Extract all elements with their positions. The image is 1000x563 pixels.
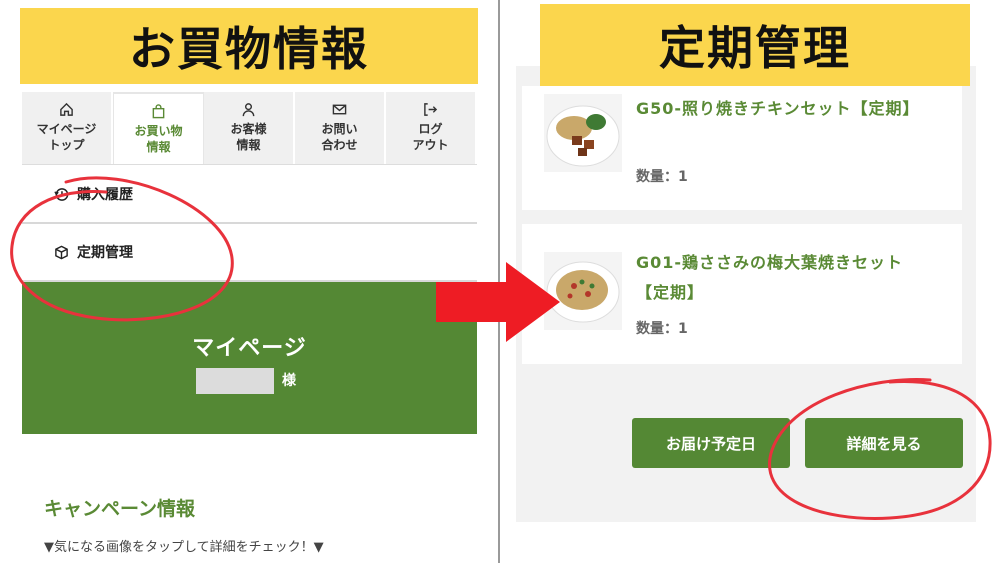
- tab-contact[interactable]: お問い 合わせ: [295, 92, 386, 164]
- meal-thumbnail: [544, 94, 622, 172]
- tab-shopping-info[interactable]: お買い物 情報: [113, 92, 204, 164]
- right-title-banner: 定期管理: [540, 4, 970, 86]
- tab-label: お客様 情報: [230, 122, 267, 152]
- mypage-header: マイページ 様: [22, 282, 477, 434]
- mypage-title: マイページ: [192, 336, 307, 361]
- left-title-banner: お買物情報: [20, 8, 478, 84]
- mail-icon: [332, 104, 347, 115]
- item-quantity: 数量：1: [636, 321, 688, 337]
- red-arrow-icon: [436, 262, 560, 342]
- subscription-item-card[interactable]: G01-鶏ささみの梅大葉焼きセット【定期】 数量：1: [522, 224, 962, 364]
- campaign-title: キャンペーン情報: [44, 498, 196, 520]
- item-name[interactable]: G50-照り焼きチキンセット【定期】: [636, 94, 936, 124]
- item-quantity: 数量：1: [636, 169, 688, 185]
- tab-label: お買い物 情報: [134, 124, 183, 154]
- tab-label: マイページ トップ: [36, 122, 97, 152]
- submenu-label: 定期管理: [77, 245, 133, 261]
- logout-icon: [424, 103, 438, 116]
- campaign-subtitle: ▼気になる画像をタップして詳細をチェック！▼: [44, 540, 324, 555]
- mypage-nav: マイページ トップ お買い物 情報 お客様 情報 お問い 合わせ ログ アウト: [22, 92, 477, 165]
- tab-logout[interactable]: ログ アウト: [386, 92, 477, 164]
- tab-label: お問い 合わせ: [321, 122, 358, 152]
- submenu-subscription-management[interactable]: 定期管理: [22, 224, 477, 282]
- home-icon: [60, 102, 73, 116]
- username-redacted: [196, 368, 274, 394]
- tab-mypage-top[interactable]: マイページ トップ: [22, 92, 113, 164]
- delivery-schedule-button[interactable]: お届け予定日: [632, 418, 790, 468]
- honorific: 様: [282, 373, 296, 389]
- view-details-button[interactable]: 詳細を見る: [805, 418, 963, 468]
- user-icon: [242, 103, 255, 117]
- box-icon: [55, 245, 68, 259]
- shopping-bag-icon: [152, 104, 165, 119]
- submenu-purchase-history[interactable]: 購入履歴: [22, 166, 477, 224]
- item-name[interactable]: G01-鶏ささみの梅大葉焼きセット【定期】: [636, 248, 936, 308]
- subscription-item-card[interactable]: G50-照り焼きチキンセット【定期】 数量：1: [522, 86, 962, 210]
- tab-customer-info[interactable]: お客様 情報: [204, 92, 295, 164]
- tab-label: ログ アウト: [412, 122, 449, 152]
- submenu-label: 購入履歴: [77, 187, 133, 203]
- history-icon: [54, 187, 69, 201]
